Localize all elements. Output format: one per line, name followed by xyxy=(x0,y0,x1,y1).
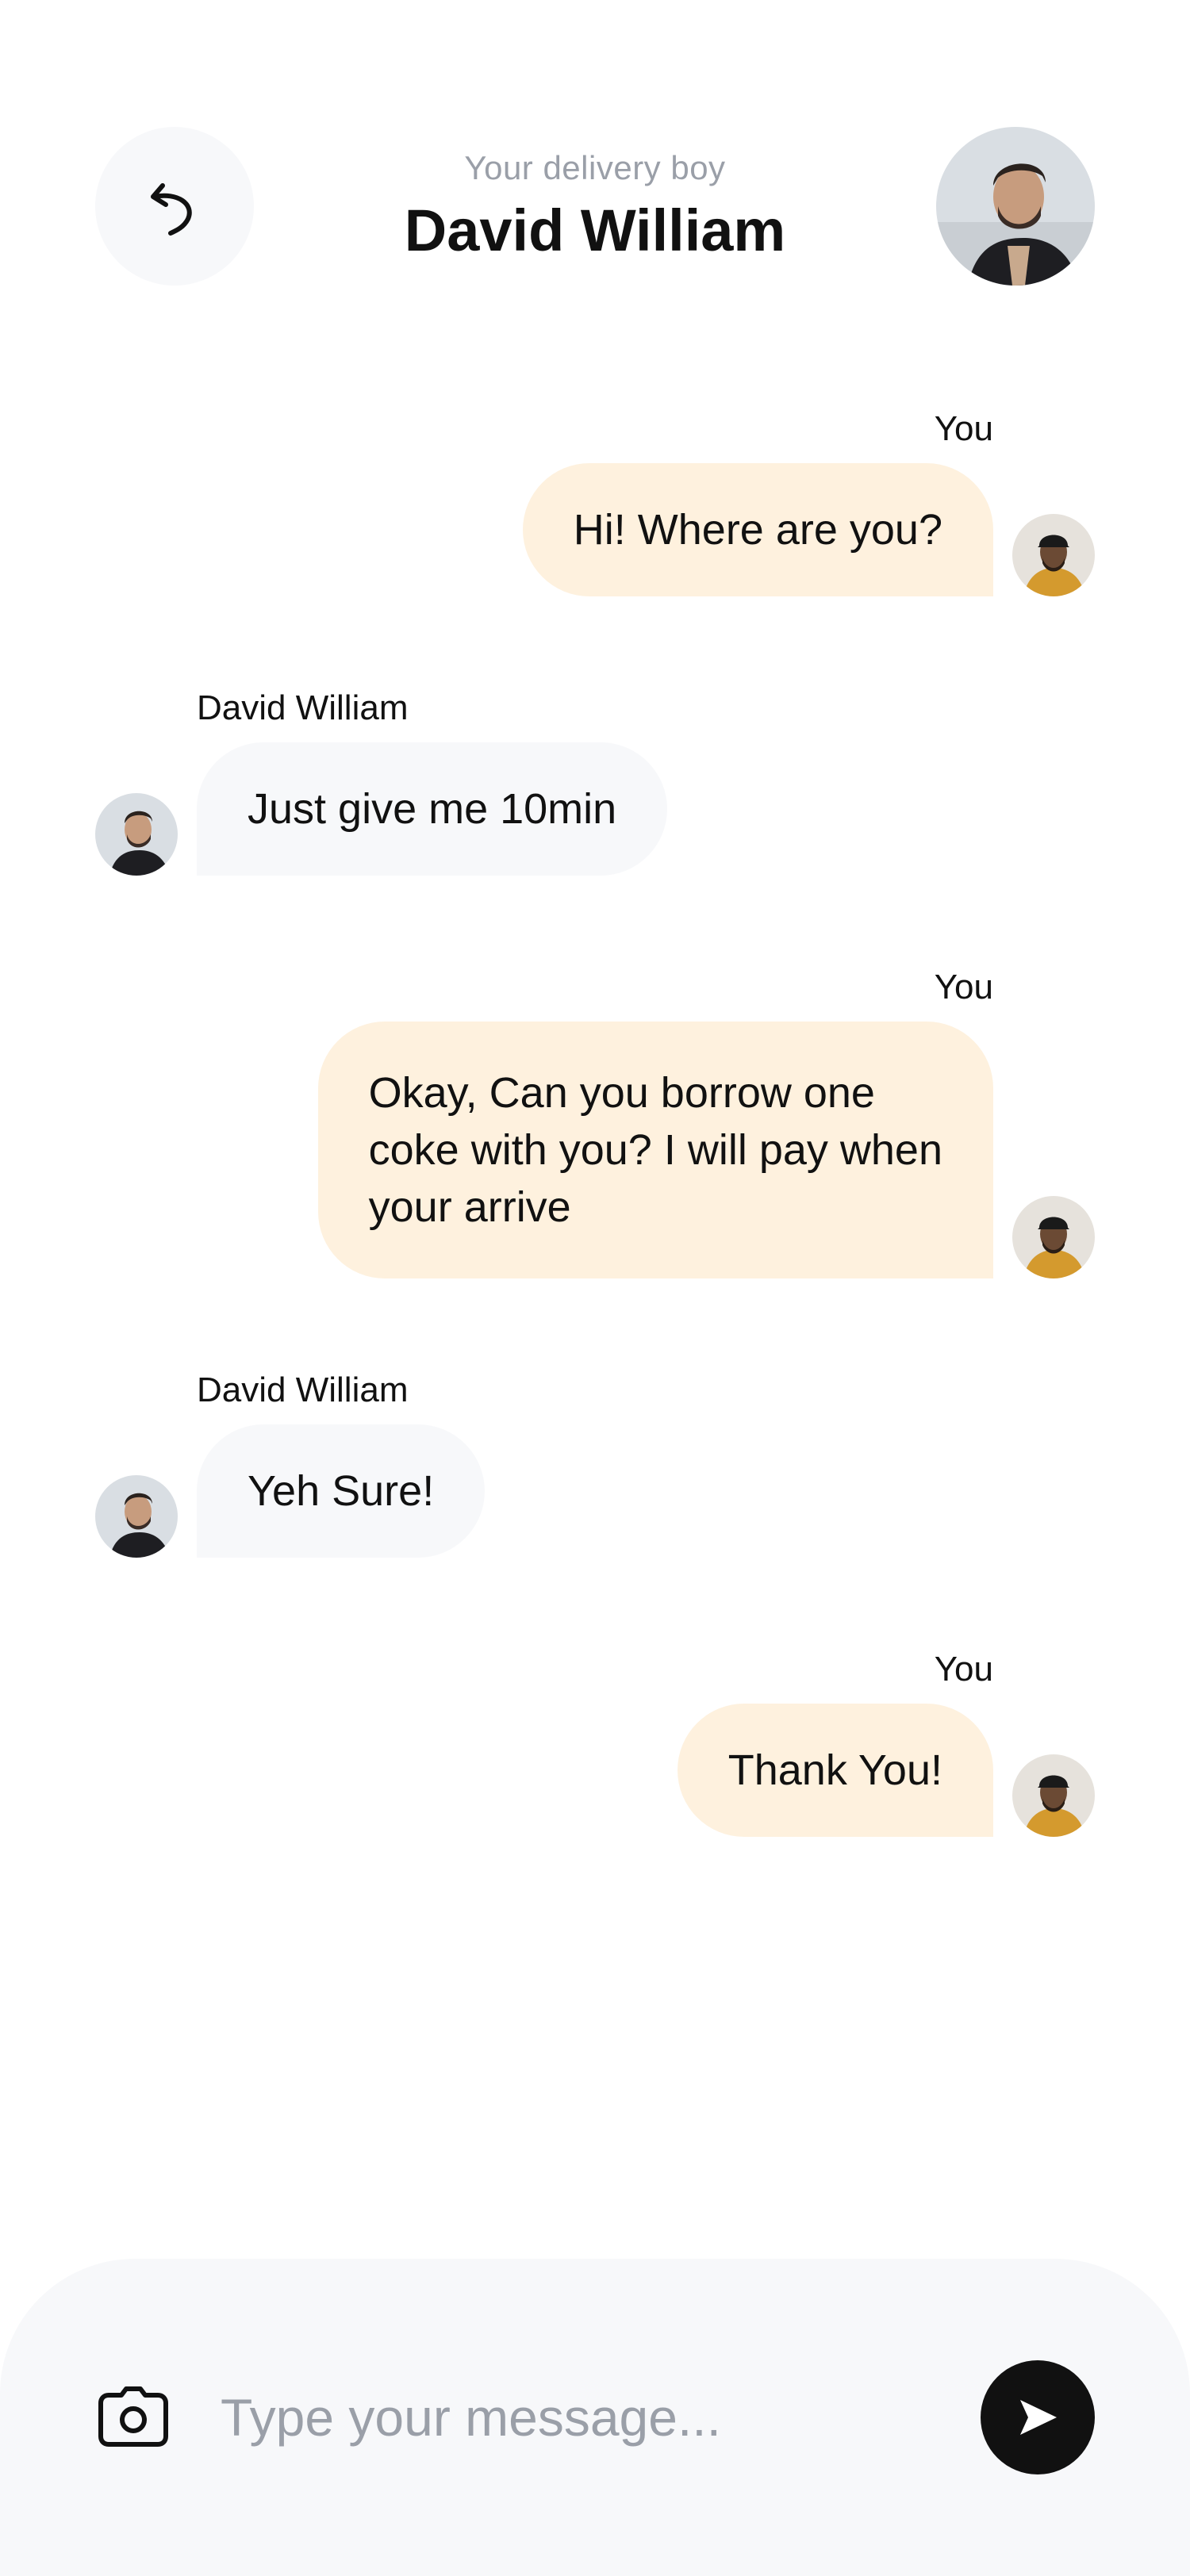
message-text: Just give me 10min xyxy=(248,785,617,833)
message-input[interactable] xyxy=(221,2379,919,2455)
my-avatar xyxy=(1012,514,1095,596)
sender-label: You xyxy=(934,409,993,448)
contact-avatar[interactable] xyxy=(936,127,1095,286)
camera-button[interactable] xyxy=(94,2376,173,2455)
message-text-line: coke with you? I will pay when xyxy=(368,1126,942,1174)
contact-mini-avatar xyxy=(95,793,178,876)
sender-label: You xyxy=(934,1650,993,1689)
send-icon xyxy=(1020,2400,1057,2435)
message-bubble-outgoing[interactable]: Hi! Where are you? xyxy=(522,463,993,596)
send-button[interactable] xyxy=(981,2360,1095,2474)
sender-label: David William xyxy=(197,688,409,727)
message-text: Hi! Where are you? xyxy=(573,506,942,554)
contact-mini-avatar xyxy=(95,1475,178,1558)
chat-screen: Your delivery boy David William You Hi! … xyxy=(0,0,1190,2576)
my-avatar xyxy=(1012,1754,1095,1837)
camera-icon xyxy=(98,2386,168,2447)
message-bubble-outgoing[interactable]: Okay, Can you borrow one coke with you? … xyxy=(317,1022,993,1278)
message-text: Thank You! xyxy=(727,1746,942,1794)
message-text-line: Okay, Can you borrow one xyxy=(368,1069,875,1117)
my-avatar xyxy=(1012,1196,1095,1278)
message-text-line: your arrive xyxy=(368,1183,571,1231)
message-bubble-outgoing[interactable]: Thank You! xyxy=(677,1704,993,1837)
message-bubble-incoming[interactable]: Just give me 10min xyxy=(197,742,668,876)
message-text: Yeh Sure! xyxy=(248,1467,435,1515)
sender-label: David William xyxy=(197,1370,409,1409)
sender-label: You xyxy=(934,968,993,1006)
message-bubble-incoming[interactable]: Yeh Sure! xyxy=(197,1424,486,1558)
